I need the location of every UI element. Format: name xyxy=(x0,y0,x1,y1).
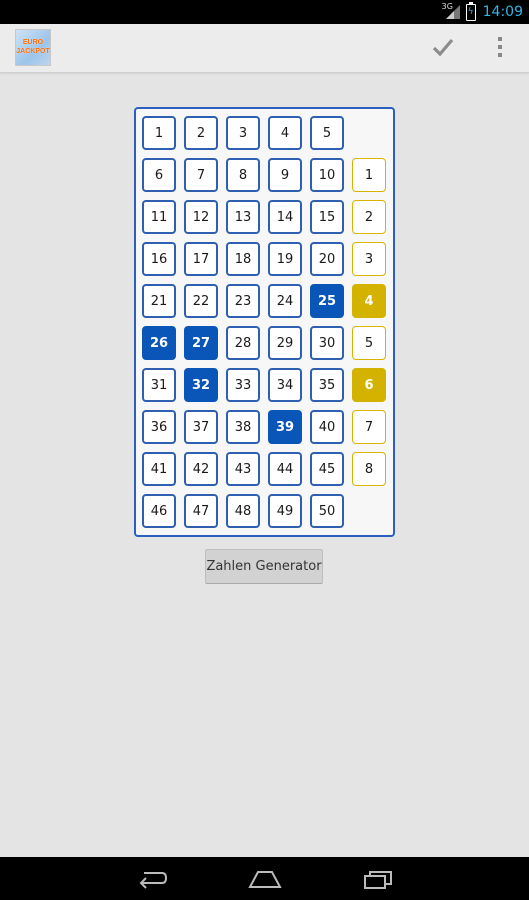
number-cell-selected[interactable]: 32 xyxy=(184,368,218,402)
number-cell-selected[interactable]: 39 xyxy=(268,410,302,444)
number-cell[interactable]: 50 xyxy=(310,494,344,528)
number-cell[interactable]: 4 xyxy=(268,116,302,150)
star-cell-selected[interactable]: 6 xyxy=(352,368,386,402)
number-cell[interactable]: 7 xyxy=(184,158,218,192)
star-cell[interactable]: 8 xyxy=(352,452,386,486)
recent-apps-icon[interactable] xyxy=(358,863,398,895)
overflow-menu-icon[interactable] xyxy=(489,33,511,61)
number-cell-selected[interactable]: 27 xyxy=(184,326,218,360)
number-cell[interactable]: 5 xyxy=(310,116,344,150)
number-cell[interactable]: 17 xyxy=(184,242,218,276)
number-cell[interactable]: 16 xyxy=(142,242,176,276)
number-cell[interactable]: 3 xyxy=(226,116,260,150)
number-cell[interactable]: 33 xyxy=(226,368,260,402)
number-cell[interactable]: 11 xyxy=(142,200,176,234)
star-cell[interactable]: 7 xyxy=(352,410,386,444)
number-cell[interactable]: 8 xyxy=(226,158,260,192)
number-cell[interactable]: 13 xyxy=(226,200,260,234)
number-cell[interactable]: 19 xyxy=(268,242,302,276)
number-cell[interactable]: 23 xyxy=(226,284,260,318)
number-cell[interactable]: 18 xyxy=(226,242,260,276)
number-cell[interactable]: 37 xyxy=(184,410,218,444)
clock: 14:09 xyxy=(482,4,523,20)
navigation-bar xyxy=(0,857,529,900)
number-cell[interactable]: 12 xyxy=(184,200,218,234)
number-cell[interactable]: 31 xyxy=(142,368,176,402)
number-cell[interactable]: 38 xyxy=(226,410,260,444)
star-cell[interactable]: 3 xyxy=(352,242,386,276)
number-cell[interactable]: 9 xyxy=(268,158,302,192)
number-cell[interactable]: 46 xyxy=(142,494,176,528)
number-generator-button[interactable]: Zahlen Generator xyxy=(205,549,323,584)
number-cell[interactable]: 40 xyxy=(310,410,344,444)
number-cell-selected[interactable]: 26 xyxy=(142,326,176,360)
status-bar: 3G ϟ 14:09 xyxy=(0,0,529,24)
number-cell[interactable]: 15 xyxy=(310,200,344,234)
number-cell[interactable]: 29 xyxy=(268,326,302,360)
number-cell[interactable]: 44 xyxy=(268,452,302,486)
back-icon[interactable] xyxy=(132,863,172,895)
signal-icon: 3G xyxy=(442,2,462,20)
number-cell[interactable]: 35 xyxy=(310,368,344,402)
star-cell[interactable]: 1 xyxy=(352,158,386,192)
number-cell[interactable]: 42 xyxy=(184,452,218,486)
number-cell[interactable]: 1 xyxy=(142,116,176,150)
logo-text-line2: JACKPOT xyxy=(16,48,50,55)
number-cell[interactable]: 41 xyxy=(142,452,176,486)
number-cell[interactable]: 21 xyxy=(142,284,176,318)
number-cell[interactable]: 2 xyxy=(184,116,218,150)
logo-text-line1: EURO xyxy=(22,39,44,46)
number-cell[interactable]: 6 xyxy=(142,158,176,192)
battery-icon: ϟ xyxy=(465,1,476,21)
number-cell[interactable]: 14 xyxy=(268,200,302,234)
number-cell[interactable]: 22 xyxy=(184,284,218,318)
number-cell-selected[interactable]: 25 xyxy=(310,284,344,318)
star-cell-selected[interactable]: 4 xyxy=(352,284,386,318)
number-cell[interactable]: 47 xyxy=(184,494,218,528)
number-cell[interactable]: 43 xyxy=(226,452,260,486)
app-logo[interactable]: EURO JACKPOT xyxy=(15,29,51,66)
number-cell[interactable]: 49 xyxy=(268,494,302,528)
number-cell[interactable]: 30 xyxy=(310,326,344,360)
number-cell[interactable]: 28 xyxy=(226,326,260,360)
number-cell[interactable]: 10 xyxy=(310,158,344,192)
number-cell[interactable]: 24 xyxy=(268,284,302,318)
check-icon[interactable] xyxy=(430,34,456,60)
home-icon[interactable] xyxy=(245,863,285,895)
number-cell[interactable]: 20 xyxy=(310,242,344,276)
star-cell[interactable]: 2 xyxy=(352,200,386,234)
number-cell[interactable]: 48 xyxy=(226,494,260,528)
number-cell[interactable]: 34 xyxy=(268,368,302,402)
number-board: 1 2 3 4 5 6 7 8 9 10 11 12 13 14 15 16 17 18 19 20 21 22 23 24 2… xyxy=(134,107,395,537)
number-cell[interactable]: 45 xyxy=(310,452,344,486)
number-cell[interactable]: 36 xyxy=(142,410,176,444)
status-icons: 3G ϟ 14:09 xyxy=(442,0,523,24)
star-cell[interactable]: 5 xyxy=(352,326,386,360)
